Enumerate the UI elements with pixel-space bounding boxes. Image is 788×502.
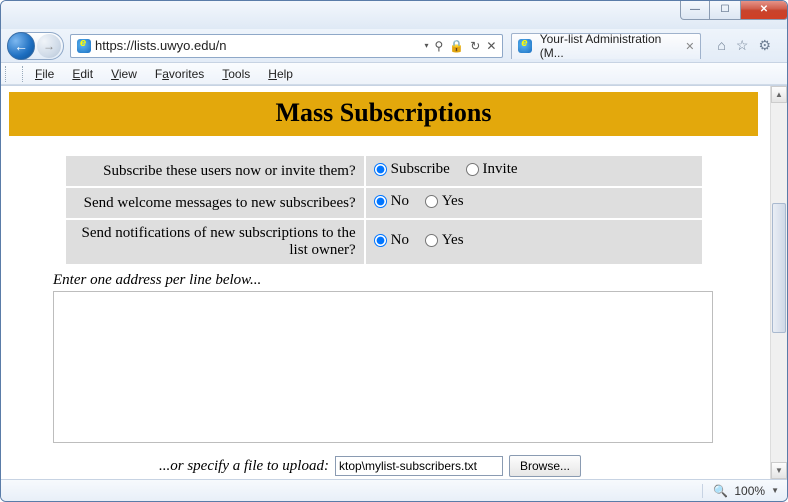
browse-button[interactable]: Browse...	[509, 455, 581, 477]
tab-title: Your-list Administration (M...	[540, 32, 681, 60]
titlebar: — ☐ ✕	[1, 1, 787, 29]
radio-label: Yes	[442, 232, 464, 249]
option-label: Send welcome messages to new subscribees…	[66, 188, 364, 218]
status-divider	[702, 484, 703, 498]
radio-no[interactable]: No	[374, 193, 409, 210]
ie-icon	[77, 39, 91, 53]
status-bar: 🔍 100% ▼	[1, 479, 787, 501]
ie-icon	[518, 39, 531, 53]
scroll-up-icon[interactable]: ▲	[771, 86, 787, 103]
back-button[interactable]: ←	[7, 32, 35, 60]
radio-input[interactable]	[374, 195, 387, 208]
scroll-thumb[interactable]	[772, 203, 786, 333]
addresses-hint: Enter one address per line below...	[53, 272, 758, 289]
dropdown-icon[interactable]: ▾	[425, 41, 429, 50]
minimize-button[interactable]: —	[680, 0, 710, 20]
menu-file[interactable]: File	[27, 65, 62, 83]
radio-input[interactable]	[374, 163, 387, 176]
forward-button[interactable]: →	[37, 34, 61, 58]
maximize-icon: ☐	[721, 4, 730, 15]
scroll-down-icon[interactable]: ▼	[771, 462, 787, 479]
radio-label: Invite	[483, 161, 518, 178]
addresses-textarea[interactable]	[53, 291, 713, 443]
mailman-page: Mass Subscriptions Subscribe these users…	[1, 92, 770, 477]
option-value: No Yes	[366, 220, 702, 264]
addresses-wrap	[53, 291, 714, 447]
menu-view[interactable]: View	[103, 65, 145, 83]
page-content: Mass Subscriptions Subscribe these users…	[1, 86, 770, 479]
radio-subscribe[interactable]: Subscribe	[374, 161, 450, 178]
upload-path-input[interactable]	[335, 456, 503, 476]
stop-icon[interactable]: ✕	[486, 39, 496, 53]
menu-edit[interactable]: Edit	[64, 65, 101, 83]
menu-tools[interactable]: Tools	[214, 65, 258, 83]
radio-label: No	[391, 193, 409, 210]
radio-yes[interactable]: Yes	[425, 193, 464, 210]
radio-invite[interactable]: Invite	[466, 161, 518, 178]
option-label: Subscribe these users now or invite them…	[66, 156, 364, 186]
browser-tab[interactable]: Your-list Administration (M... ✕	[511, 33, 701, 59]
maximize-button[interactable]: ☐	[710, 0, 740, 20]
option-row-subscribe: Subscribe these users now or invite them…	[66, 156, 702, 186]
zoom-icon[interactable]: 🔍	[713, 484, 728, 498]
radio-yes[interactable]: Yes	[425, 232, 464, 249]
scroll-track[interactable]	[771, 103, 787, 462]
option-value: No Yes	[366, 188, 702, 218]
menu-help[interactable]: Help	[260, 65, 301, 83]
home-icon[interactable]: ⌂	[717, 37, 725, 54]
page-banner: Mass Subscriptions	[9, 92, 758, 136]
lock-icon: 🔒	[449, 39, 464, 53]
radio-label: Subscribe	[391, 161, 450, 178]
address-bar[interactable]: https://lists.uwyo.edu/n ▾ ⚲ 🔒 ↻ ✕	[70, 34, 503, 58]
content-viewport: Mass Subscriptions Subscribe these users…	[1, 85, 787, 479]
radio-input[interactable]	[374, 234, 387, 247]
vertical-scrollbar[interactable]: ▲ ▼	[770, 86, 787, 479]
radio-input[interactable]	[425, 195, 438, 208]
option-value: Subscribe Invite	[366, 156, 702, 186]
radio-input[interactable]	[425, 234, 438, 247]
url-text: https://lists.uwyo.edu/n	[95, 38, 421, 53]
compat-icon[interactable]: ⚲	[435, 39, 444, 53]
arrow-right-icon: →	[43, 39, 55, 53]
close-icon: ✕	[760, 4, 768, 15]
toolbar-icons: ⌂ ☆ ⚙	[707, 37, 781, 54]
radio-input[interactable]	[466, 163, 479, 176]
address-bar-icons: ▾ ⚲ 🔒 ↻ ✕	[421, 39, 501, 53]
gear-icon[interactable]: ⚙	[758, 37, 771, 54]
minimize-icon: —	[690, 4, 700, 15]
page-title: Mass Subscriptions	[9, 98, 758, 128]
option-row-welcome: Send welcome messages to new subscribees…	[66, 188, 702, 218]
arrow-left-icon: ←	[14, 38, 28, 54]
zoom-level: 100%	[734, 484, 765, 498]
favorites-icon[interactable]: ☆	[736, 37, 749, 54]
upload-hint: ...or specify a file to upload:	[159, 458, 329, 475]
grip-handle[interactable]	[5, 66, 23, 82]
menu-favorites[interactable]: Favorites	[147, 65, 212, 83]
menu-bar: File Edit View Favorites Tools Help	[1, 63, 787, 85]
option-row-notify: Send notifications of new subscriptions …	[66, 220, 702, 264]
nav-back-forward: ← →	[7, 32, 64, 60]
refresh-icon[interactable]: ↻	[470, 39, 480, 53]
tab-close-icon[interactable]: ✕	[685, 40, 694, 53]
upload-row: ...or specify a file to upload: Browse..…	[159, 455, 758, 477]
browser-window: — ☐ ✕ ← → https://lists.uwyo.edu/n ▾ ⚲ 🔒…	[0, 0, 788, 502]
window-controls: — ☐ ✕	[680, 0, 788, 20]
option-label: Send notifications of new subscriptions …	[66, 220, 364, 264]
zoom-dropdown-icon[interactable]: ▼	[771, 486, 779, 495]
nav-bar: ← → https://lists.uwyo.edu/n ▾ ⚲ 🔒 ↻ ✕ Y…	[1, 29, 787, 63]
close-button[interactable]: ✕	[740, 0, 788, 20]
radio-label: Yes	[442, 193, 464, 210]
options-table: Subscribe these users now or invite them…	[64, 154, 704, 266]
radio-no[interactable]: No	[374, 232, 409, 249]
radio-label: No	[391, 232, 409, 249]
